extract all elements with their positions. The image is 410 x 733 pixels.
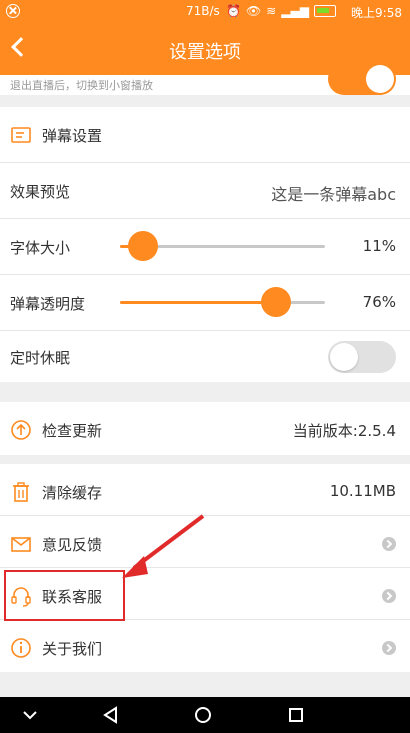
nav-down-icon[interactable] bbox=[20, 705, 40, 725]
chevron-right-icon bbox=[382, 641, 396, 655]
danmaku-section-header: 弹幕设置 bbox=[0, 107, 410, 163]
nav-back-icon[interactable] bbox=[101, 705, 121, 725]
sleep-timer-label: 定时休眠 bbox=[10, 349, 71, 367]
info-icon bbox=[11, 638, 31, 658]
preview-row: 效果预览 这是一条弹幕abc bbox=[0, 163, 410, 219]
pip-toggle-knob bbox=[366, 65, 394, 93]
clear-cache-label: 清除缓存 bbox=[42, 484, 103, 502]
opacity-slider-knob[interactable] bbox=[260, 287, 291, 317]
sleep-timer-toggle[interactable] bbox=[328, 341, 396, 373]
font-size-value: 11% bbox=[362, 237, 396, 255]
check-update-row[interactable]: 检查更新 当前版本:2.5.4 bbox=[0, 402, 410, 455]
alarm-icon: ⏰ bbox=[226, 4, 241, 18]
network-speed: 71B/s bbox=[186, 4, 220, 18]
opacity-value: 76% bbox=[362, 293, 396, 311]
opacity-label: 弹幕透明度 bbox=[10, 295, 86, 313]
pip-toggle[interactable] bbox=[328, 63, 396, 95]
status-bar: 71B/s ⏰ 👁 ≋ ▂▄▆ 晚上9:58 bbox=[0, 0, 410, 24]
sleep-timer-toggle-knob bbox=[330, 343, 358, 371]
nav-recent-icon[interactable] bbox=[286, 705, 306, 725]
signal-icon: ▂▄▆ bbox=[281, 4, 309, 18]
sleep-timer-row: 定时休眠 bbox=[0, 331, 410, 382]
preview-label: 效果预览 bbox=[10, 183, 71, 201]
chevron-right-icon bbox=[382, 537, 396, 551]
feedback-label: 意见反馈 bbox=[42, 536, 103, 554]
eye-icon: 👁 bbox=[245, 4, 262, 18]
version-value: 当前版本:2.5.4 bbox=[292, 422, 396, 440]
annotation-highlight-box bbox=[4, 570, 125, 621]
chevron-right-icon bbox=[382, 589, 396, 603]
danmaku-icon bbox=[11, 127, 31, 143]
opacity-slider[interactable] bbox=[120, 287, 325, 317]
arrow-up-circle-icon bbox=[11, 420, 31, 440]
pip-setting-description: 退出直播后，切换到小窗播放 bbox=[10, 79, 153, 92]
opacity-row: 弹幕透明度 76% bbox=[0, 275, 410, 331]
danmaku-section-title: 弹幕设置 bbox=[42, 127, 103, 145]
check-update-label: 检查更新 bbox=[42, 422, 103, 440]
battery-icon bbox=[313, 5, 336, 17]
font-size-row: 字体大小 11% bbox=[0, 219, 410, 275]
cache-size-value: 10.11MB bbox=[329, 482, 396, 500]
pip-setting-card: 退出直播后，切换到小窗播放 bbox=[0, 63, 410, 95]
nav-home-icon[interactable] bbox=[193, 705, 213, 725]
system-nav-bar bbox=[0, 697, 410, 733]
clock: 晚上9:58 bbox=[351, 6, 402, 20]
trash-icon bbox=[13, 482, 29, 502]
status-icons: ⏰ 👁 ≋ ▂▄▆ bbox=[226, 3, 336, 19]
clear-cache-row[interactable]: 清除缓存 10.11MB bbox=[0, 464, 410, 516]
wifi-icon: ≋ bbox=[266, 4, 277, 18]
screen: 71B/s ⏰ 👁 ≋ ▂▄▆ 晚上9:58 设置选项 退出直播后，切换到小窗播… bbox=[0, 0, 410, 733]
page-title: 设置选项 bbox=[169, 42, 241, 63]
danmaku-settings-card: 弹幕设置 效果预览 这是一条弹幕abc 字体大小 11% 弹幕透明度 76% 定… bbox=[0, 107, 410, 382]
opacity-slider-fill bbox=[120, 301, 276, 304]
font-size-slider[interactable] bbox=[120, 231, 325, 261]
update-card: 检查更新 当前版本:2.5.4 bbox=[0, 402, 410, 455]
envelope-icon bbox=[11, 537, 31, 552]
about-row[interactable]: 关于我们 bbox=[0, 620, 410, 672]
font-size-slider-knob[interactable] bbox=[127, 231, 158, 261]
notification-icon bbox=[6, 4, 20, 18]
preview-text: 这是一条弹幕abc bbox=[271, 185, 396, 204]
font-size-label: 字体大小 bbox=[10, 239, 71, 257]
about-label: 关于我们 bbox=[42, 640, 103, 658]
annotation-arrow-icon bbox=[122, 514, 205, 578]
